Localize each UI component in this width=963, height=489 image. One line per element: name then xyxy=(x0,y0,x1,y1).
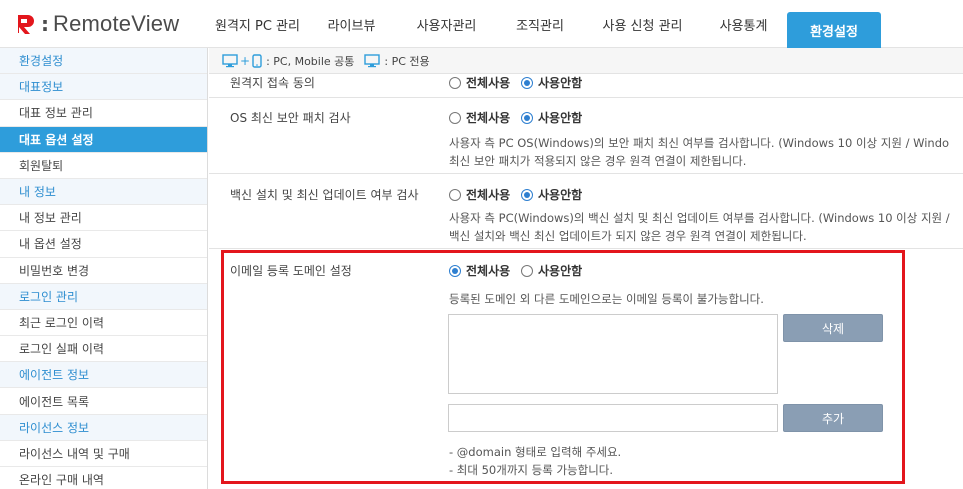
sidebar-item-password[interactable]: 비밀번호 변경 xyxy=(0,258,207,284)
monitor-icon xyxy=(364,53,381,68)
radio-none[interactable] xyxy=(521,264,533,277)
sidebar-item-login-fail[interactable]: 로그인 실패 이력 xyxy=(0,336,207,363)
monitor-icon xyxy=(222,53,238,68)
domain-list[interactable] xyxy=(448,314,778,394)
nav-users[interactable]: 사용자관리 xyxy=(398,0,495,48)
setting-label: OS 최신 보안 패치 검사 xyxy=(230,111,351,125)
radio-all[interactable] xyxy=(449,76,461,89)
option-all[interactable]: 전체사용 xyxy=(449,262,510,279)
radio-all[interactable] xyxy=(449,111,461,124)
legend-common-label: : PC, Mobile 공통 xyxy=(266,54,355,68)
device-legend: + : PC, Mobile 공통 : PC 전용 xyxy=(209,48,963,74)
nav-statistics[interactable]: 사용통계 xyxy=(700,0,787,48)
main-content: + : PC, Mobile 공통 : PC 전용 원격지 접속 동의 전체사용 xyxy=(209,48,963,489)
option-all[interactable]: 전체사용 xyxy=(449,109,510,126)
sidebar-item-rep-options[interactable]: 대표 옵션 설정 xyxy=(0,126,207,153)
sidebar: 환경설정 대표정보 대표 정보 관리 대표 옵션 설정 회원탈퇴 내 정보 내 … xyxy=(0,48,208,489)
main-nav: 원격지 PC 관리 라이브뷰 사용자관리 조직관리 사용 신청 관리 사용통계 … xyxy=(210,0,881,48)
option-none[interactable]: 사용안함 xyxy=(521,186,582,203)
nav-remote-pc[interactable]: 원격지 PC 관리 xyxy=(210,0,305,48)
app-root: : RemoteView 원격지 PC 관리 라이브뷰 사용자관리 조직관리 사… xyxy=(0,0,963,489)
sidebar-head-representative[interactable]: 대표정보 xyxy=(0,74,207,101)
nav-organization[interactable]: 조직관리 xyxy=(495,0,585,48)
sidebar-head-my-info[interactable]: 내 정보 xyxy=(0,178,207,206)
sidebar-head-login[interactable]: 로그인 관리 xyxy=(0,283,207,310)
domain-input[interactable] xyxy=(448,404,778,432)
setting-row-os-patch: OS 최신 보안 패치 검사 전체사용 사용안함 사용자 측 PC OS(Win… xyxy=(209,98,963,174)
radio-none[interactable] xyxy=(521,188,533,201)
setting-description: 최신 보안 패치가 적용되지 않은 경우 원격 연결이 제한됩니다. xyxy=(449,154,747,168)
option-all[interactable]: 전체사용 xyxy=(449,186,510,203)
logo[interactable]: : RemoteView xyxy=(15,10,179,38)
setting-label: 원격지 접속 동의 xyxy=(230,76,315,90)
top-header: : RemoteView 원격지 PC 관리 라이브뷰 사용자관리 조직관리 사… xyxy=(0,0,963,48)
setting-row-vaccine: 백신 설치 및 최신 업데이트 여부 검사 전체사용 사용안함 사용자 측 PC… xyxy=(209,174,963,249)
option-none[interactable]: 사용안함 xyxy=(521,109,582,126)
mobile-icon xyxy=(252,53,262,68)
option-none[interactable]: 사용안함 xyxy=(521,262,582,279)
remoteview-logo-icon xyxy=(15,12,39,36)
setting-description: 등록된 도메인 외 다른 도메인으로는 이메일 등록이 불가능합니다. xyxy=(449,292,764,306)
setting-description: 사용자 측 PC(Windows)의 백신 설치 및 최신 업데이트 여부를 검… xyxy=(449,211,950,225)
option-all[interactable]: 전체사용 xyxy=(449,74,510,91)
radio-none[interactable] xyxy=(521,76,533,89)
radio-all[interactable] xyxy=(449,264,461,277)
sidebar-item-rep-info[interactable]: 대표 정보 관리 xyxy=(0,100,207,127)
sidebar-item-my-info[interactable]: 내 정보 관리 xyxy=(0,205,207,232)
sidebar-item-withdraw[interactable]: 회원탈퇴 xyxy=(0,153,207,179)
setting-row-remote-consent: 원격지 접속 동의 전체사용 사용안함 xyxy=(209,74,963,98)
legend-common: + : PC, Mobile 공통 xyxy=(222,53,354,69)
setting-label: 백신 설치 및 최신 업데이트 여부 검사 xyxy=(230,188,419,202)
legend-pc-label: : PC 전용 xyxy=(384,54,430,68)
sidebar-item-online-purchase[interactable]: 온라인 구매 내역 xyxy=(0,467,207,489)
nav-settings[interactable]: 환경설정 xyxy=(787,12,881,48)
sidebar-head-settings[interactable]: 환경설정 xyxy=(0,48,207,75)
nav-liveview[interactable]: 라이브뷰 xyxy=(305,0,398,48)
setting-description: 사용자 측 PC OS(Windows)의 보안 패치 최신 여부를 검사합니다… xyxy=(449,136,950,150)
setting-description: 백신 설치와 백신 최신 업데이트가 되지 않은 경우 원격 연결이 제한됩니다… xyxy=(449,229,807,243)
legend-pc: : PC 전용 xyxy=(364,53,430,69)
delete-domain-button[interactable]: 삭제 xyxy=(783,314,883,342)
sidebar-item-agent-list[interactable]: 에이전트 목록 xyxy=(0,388,207,415)
domain-note-limit: - 최대 50개까지 등록 가능합니다. xyxy=(449,463,614,477)
setting-label: 이메일 등록 도메인 설정 xyxy=(230,264,352,278)
sidebar-item-recent-login[interactable]: 최근 로그인 이력 xyxy=(0,310,207,337)
radio-all[interactable] xyxy=(449,188,461,201)
nav-usage-requests[interactable]: 사용 신청 관리 xyxy=(585,0,700,48)
sidebar-head-license[interactable]: 라이선스 정보 xyxy=(0,414,207,441)
option-none[interactable]: 사용안함 xyxy=(521,74,582,91)
add-domain-button[interactable]: 추가 xyxy=(783,404,883,432)
sidebar-head-agent[interactable]: 에이전트 정보 xyxy=(0,362,207,389)
logo-text: RemoteView xyxy=(53,11,180,36)
sidebar-item-license-purchase[interactable]: 라이선스 내역 및 구매 xyxy=(0,441,207,467)
domain-note-format: - @domain 형태로 입력해 주세요. xyxy=(449,445,622,459)
radio-none[interactable] xyxy=(521,111,533,124)
sidebar-item-my-options[interactable]: 내 옵션 설정 xyxy=(0,231,207,258)
